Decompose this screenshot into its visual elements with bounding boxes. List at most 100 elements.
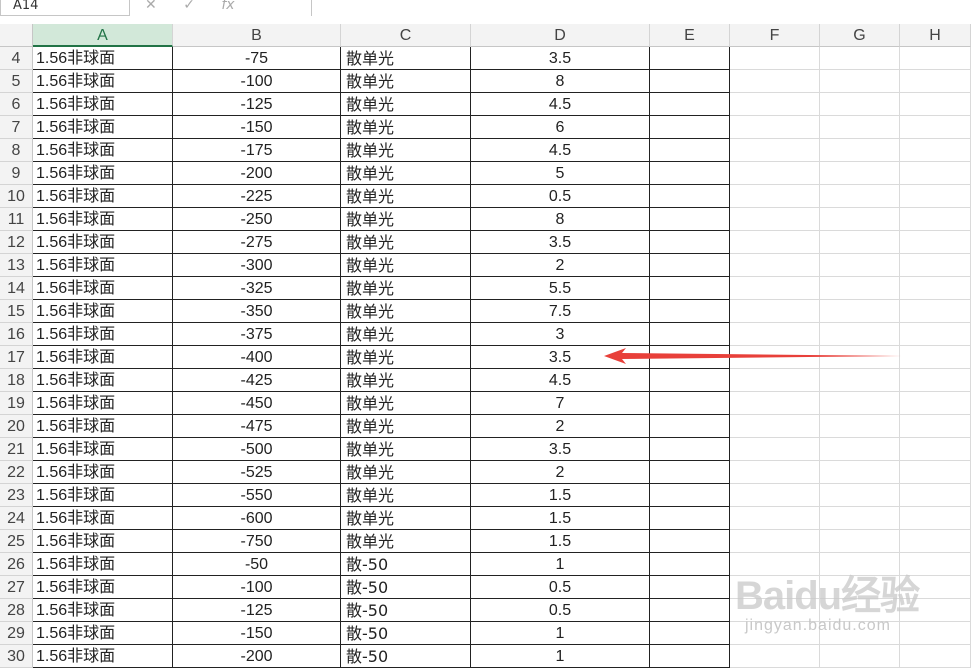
cell-a[interactable]: 1.56非球面 — [33, 70, 173, 93]
cell-h[interactable] — [900, 645, 971, 668]
cell-g[interactable] — [820, 346, 900, 369]
cell-d[interactable]: 4.5 — [471, 93, 650, 116]
row-header[interactable]: 17 — [0, 346, 33, 369]
cell-a[interactable]: 1.56非球面 — [33, 254, 173, 277]
cell-d[interactable]: 3.5 — [471, 47, 650, 70]
cell-f[interactable] — [730, 70, 820, 93]
row-header[interactable]: 21 — [0, 438, 33, 461]
cell-f[interactable] — [730, 369, 820, 392]
cell-c[interactable]: 散单光 — [341, 254, 471, 277]
row-header[interactable]: 19 — [0, 392, 33, 415]
cell-d[interactable]: 0.5 — [471, 599, 650, 622]
cell-a[interactable]: 1.56非球面 — [33, 622, 173, 645]
cell-a[interactable]: 1.56非球面 — [33, 185, 173, 208]
column-header-d[interactable]: D — [471, 24, 650, 47]
cell-h[interactable] — [900, 254, 971, 277]
cell-d[interactable]: 5 — [471, 162, 650, 185]
cell-c[interactable]: 散-50 — [341, 576, 471, 599]
cell-h[interactable] — [900, 392, 971, 415]
cell-h[interactable] — [900, 208, 971, 231]
cell-g[interactable] — [820, 116, 900, 139]
cell-e[interactable] — [650, 530, 730, 553]
row-header[interactable]: 30 — [0, 645, 33, 668]
cell-d[interactable]: 1.5 — [471, 484, 650, 507]
cell-g[interactable] — [820, 553, 900, 576]
cell-g[interactable] — [820, 507, 900, 530]
cell-g[interactable] — [820, 484, 900, 507]
cell-b[interactable]: -325 — [173, 277, 341, 300]
cell-e[interactable] — [650, 346, 730, 369]
cell-d[interactable]: 0.5 — [471, 185, 650, 208]
row-header[interactable]: 5 — [0, 70, 33, 93]
cell-c[interactable]: 散单光 — [341, 300, 471, 323]
cell-d[interactable]: 1.5 — [471, 530, 650, 553]
cell-g[interactable] — [820, 438, 900, 461]
cell-b[interactable]: -75 — [173, 47, 341, 70]
cell-a[interactable]: 1.56非球面 — [33, 116, 173, 139]
cell-e[interactable] — [650, 93, 730, 116]
cell-d[interactable]: 5.5 — [471, 277, 650, 300]
cell-c[interactable]: 散单光 — [341, 208, 471, 231]
cell-a[interactable]: 1.56非球面 — [33, 277, 173, 300]
cell-a[interactable]: 1.56非球面 — [33, 461, 173, 484]
cell-f[interactable] — [730, 530, 820, 553]
cell-f[interactable] — [730, 415, 820, 438]
cell-c[interactable]: 散单光 — [341, 185, 471, 208]
cell-c[interactable]: 散单光 — [341, 461, 471, 484]
cell-d[interactable]: 2 — [471, 415, 650, 438]
cell-e[interactable] — [650, 70, 730, 93]
cell-g[interactable] — [820, 392, 900, 415]
formula-input[interactable] — [311, 0, 971, 16]
cell-g[interactable] — [820, 622, 900, 645]
cell-h[interactable] — [900, 231, 971, 254]
row-header[interactable]: 6 — [0, 93, 33, 116]
cell-h[interactable] — [900, 185, 971, 208]
cell-e[interactable] — [650, 185, 730, 208]
cell-h[interactable] — [900, 461, 971, 484]
cell-h[interactable] — [900, 530, 971, 553]
cell-g[interactable] — [820, 530, 900, 553]
cell-a[interactable]: 1.56非球面 — [33, 300, 173, 323]
cell-e[interactable] — [650, 438, 730, 461]
row-header[interactable]: 11 — [0, 208, 33, 231]
cell-h[interactable] — [900, 622, 971, 645]
cell-f[interactable] — [730, 185, 820, 208]
cell-f[interactable] — [730, 507, 820, 530]
cell-c[interactable]: 散单光 — [341, 47, 471, 70]
cell-a[interactable]: 1.56非球面 — [33, 47, 173, 70]
cell-a[interactable]: 1.56非球面 — [33, 369, 173, 392]
cell-e[interactable] — [650, 576, 730, 599]
cell-a[interactable]: 1.56非球面 — [33, 576, 173, 599]
row-header[interactable]: 26 — [0, 553, 33, 576]
cell-c[interactable]: 散-50 — [341, 553, 471, 576]
cell-a[interactable]: 1.56非球面 — [33, 93, 173, 116]
cell-a[interactable]: 1.56非球面 — [33, 323, 173, 346]
cell-d[interactable]: 2 — [471, 254, 650, 277]
cell-e[interactable] — [650, 208, 730, 231]
cell-b[interactable]: -475 — [173, 415, 341, 438]
cell-d[interactable]: 2 — [471, 461, 650, 484]
cell-g[interactable] — [820, 231, 900, 254]
cell-c[interactable]: 散单光 — [341, 323, 471, 346]
cell-c[interactable]: 散单光 — [341, 507, 471, 530]
cell-c[interactable]: 散单光 — [341, 116, 471, 139]
cell-h[interactable] — [900, 553, 971, 576]
cell-b[interactable]: -750 — [173, 530, 341, 553]
cell-e[interactable] — [650, 47, 730, 70]
row-header[interactable]: 4 — [0, 47, 33, 70]
cell-f[interactable] — [730, 162, 820, 185]
cell-b[interactable]: -100 — [173, 70, 341, 93]
row-header[interactable]: 22 — [0, 461, 33, 484]
cell-a[interactable]: 1.56非球面 — [33, 139, 173, 162]
cell-a[interactable]: 1.56非球面 — [33, 346, 173, 369]
column-header-c[interactable]: C — [341, 24, 471, 47]
cell-f[interactable] — [730, 438, 820, 461]
cell-h[interactable] — [900, 323, 971, 346]
cell-f[interactable] — [730, 323, 820, 346]
cell-d[interactable]: 1.5 — [471, 507, 650, 530]
cell-c[interactable]: 散单光 — [341, 530, 471, 553]
cell-d[interactable]: 4.5 — [471, 369, 650, 392]
cell-d[interactable]: 7.5 — [471, 300, 650, 323]
cell-b[interactable]: -200 — [173, 645, 341, 668]
cell-f[interactable] — [730, 277, 820, 300]
